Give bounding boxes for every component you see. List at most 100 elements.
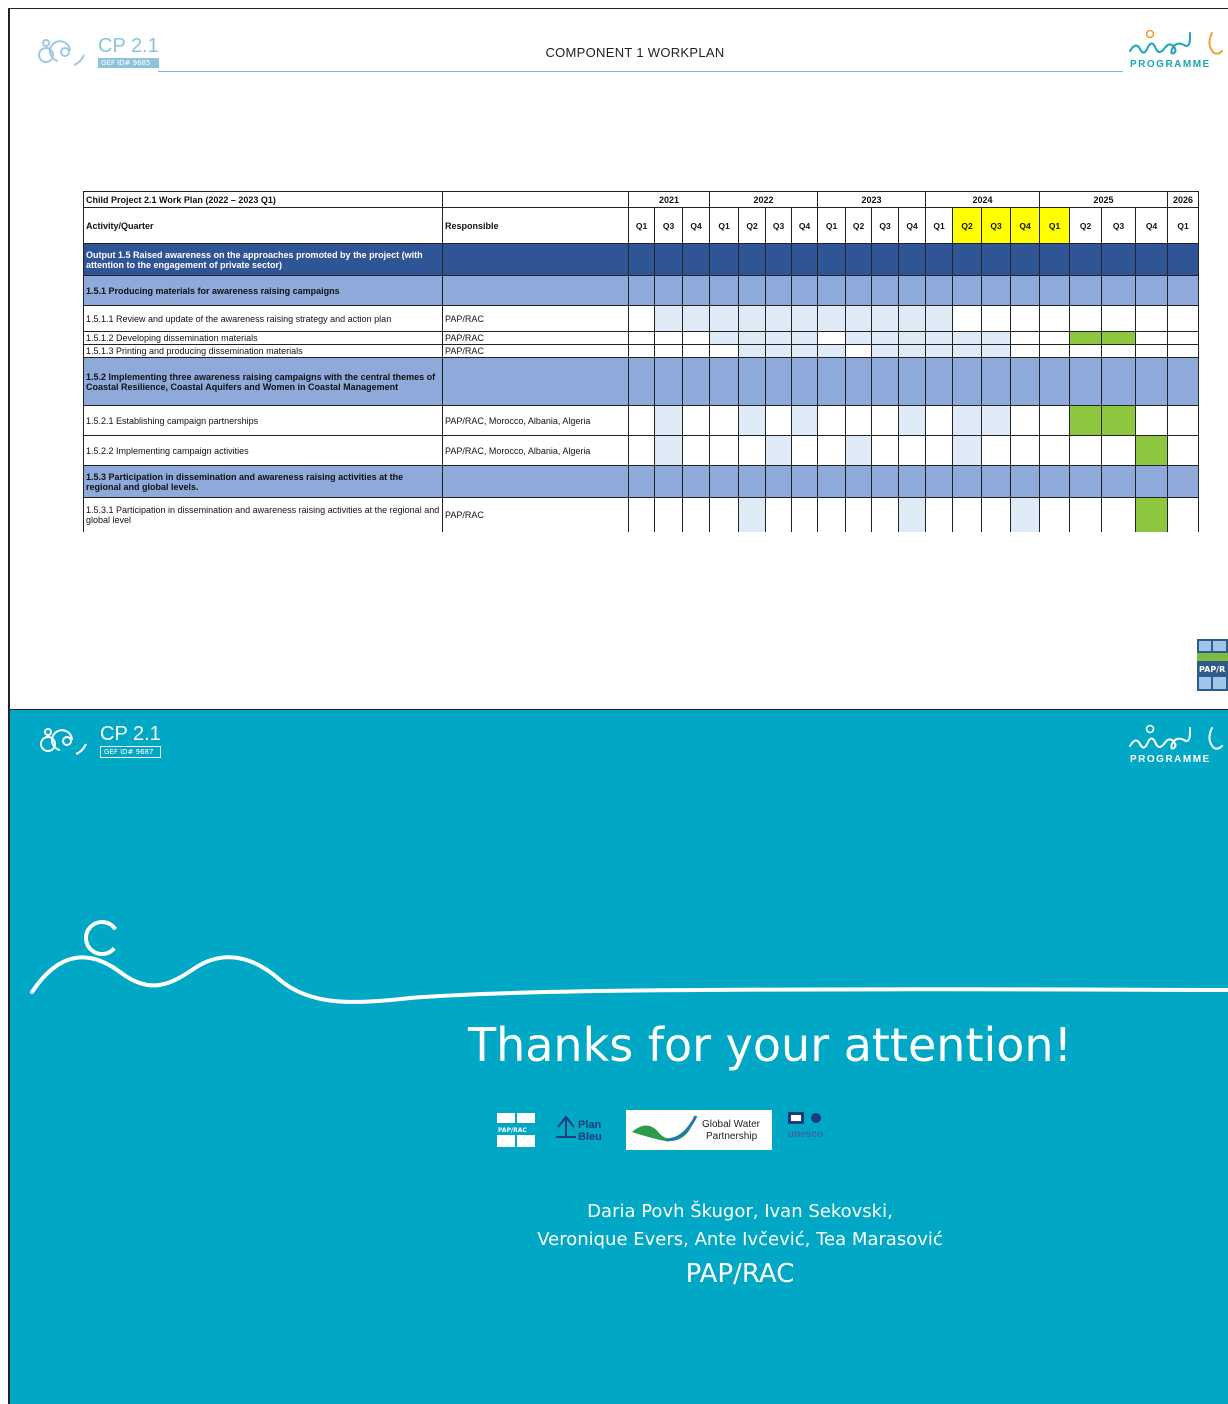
quarter-header: Q1 xyxy=(817,207,846,244)
gantt-cell xyxy=(709,344,739,358)
section-row: 1.5.3 Participation in dissemination and… xyxy=(83,465,1199,498)
gantt-cell xyxy=(709,435,739,466)
gantt-cell xyxy=(1039,305,1070,332)
gantt-cell xyxy=(981,435,1011,466)
gantt-cell xyxy=(1167,344,1199,358)
programme-word: PROGRAMME xyxy=(1130,59,1211,70)
gantt-cell xyxy=(1167,357,1199,406)
gantt-cell xyxy=(738,275,766,306)
gantt-cell-shaded xyxy=(981,331,1011,345)
gantt-cell xyxy=(765,497,792,532)
gantt-cell xyxy=(1039,275,1070,306)
gantt-cell-shaded xyxy=(654,305,683,332)
gantt-cell xyxy=(817,243,846,276)
gantt-cell xyxy=(1039,344,1070,358)
row-responsible: PAP/RAC xyxy=(442,331,629,345)
gantt-cell-shaded xyxy=(738,344,766,358)
authors-line-2: Veronique Evers, Ante Ivčević, Tea Maras… xyxy=(537,1229,943,1250)
activity-row: 1.5.2.1 Establishing campaign partnershi… xyxy=(83,405,1199,436)
gantt-cell xyxy=(952,497,982,532)
gantt-cell xyxy=(871,465,899,498)
gantt-cell-shaded xyxy=(845,331,872,345)
row-responsible xyxy=(442,357,629,406)
caption-blank xyxy=(442,191,629,208)
row-responsible: PAP/RAC xyxy=(442,305,629,332)
gantt-cell-shaded xyxy=(981,405,1011,436)
gantt-cell xyxy=(709,405,739,436)
gwp-line1: Global Water xyxy=(702,1119,761,1130)
gantt-cell xyxy=(898,357,926,406)
quarter-header: Q2 xyxy=(845,207,872,244)
gantt-cell xyxy=(1135,275,1168,306)
row-label: 1.5.2.1 Establishing campaign partnershi… xyxy=(83,405,443,436)
gantt-cell-scheduled xyxy=(1135,497,1168,532)
row-label: Output 1.5 Raised awareness on the appro… xyxy=(83,243,443,276)
gantt-cell xyxy=(925,243,953,276)
year-2026: 2026 xyxy=(1167,191,1199,208)
plan-bleu-line1: Plan xyxy=(578,1119,602,1131)
gantt-cell xyxy=(981,357,1011,406)
activity-row: 1.5.3.1 Participation in dissemination a… xyxy=(83,497,1199,532)
gantt-cell xyxy=(1069,497,1102,532)
gantt-cell xyxy=(952,275,982,306)
gantt-cell-shaded xyxy=(925,305,953,332)
gantt-cell xyxy=(925,465,953,498)
quarter-header: Q4 xyxy=(1010,207,1040,244)
gantt-cell xyxy=(1167,435,1199,466)
gantt-cell xyxy=(845,357,872,406)
gantt-cell xyxy=(1069,344,1102,358)
gantt-cell xyxy=(1101,275,1136,306)
gantt-cell-shaded xyxy=(952,435,982,466)
plan-bleu-logo-icon: Plan Bleu xyxy=(556,1115,602,1143)
workplan-slide: CP 2.1 GEF ID# 9685 COMPONENT 1 WORKPLAN… xyxy=(10,9,1228,709)
gantt-cell xyxy=(628,243,655,276)
year-2021: 2021 xyxy=(628,191,710,208)
gantt-cell-shaded xyxy=(738,305,766,332)
quarter-header: Q2 xyxy=(738,207,766,244)
quarter-header: Q3 xyxy=(654,207,683,244)
quarter-header: Q2 xyxy=(952,207,982,244)
gantt-cell xyxy=(1101,357,1136,406)
gantt-cell-shaded xyxy=(898,344,926,358)
gantt-cell xyxy=(817,465,846,498)
gantt-cell xyxy=(925,497,953,532)
plan-bleu-logo: Plan Bleu xyxy=(550,1113,612,1147)
gantt-cell-shaded xyxy=(898,331,926,345)
gantt-cell xyxy=(952,243,982,276)
gantt-cell-shaded xyxy=(791,405,818,436)
cp-title: CP 2.1 xyxy=(100,723,161,745)
gantt-cell xyxy=(682,357,710,406)
gantt-cell xyxy=(628,275,655,306)
med-programme-logo: PROGRAMME xyxy=(1122,29,1228,73)
gantt-cell xyxy=(1010,357,1040,406)
gantt-cell xyxy=(738,465,766,498)
gantt-cell xyxy=(1167,465,1199,498)
gantt-cell-scheduled xyxy=(1069,405,1102,436)
gantt-cell xyxy=(791,465,818,498)
gantt-cell xyxy=(845,344,872,358)
gantt-cell xyxy=(925,357,953,406)
gantt-cell xyxy=(981,497,1011,532)
gwp-logo-icon: Global Water Partnership xyxy=(626,1110,772,1150)
unesco-logo: unesco xyxy=(786,1110,836,1150)
gantt-cell xyxy=(952,305,982,332)
gantt-cell-shaded xyxy=(898,497,926,532)
year-2023: 2023 xyxy=(817,191,926,208)
gantt-cell xyxy=(738,243,766,276)
gantt-cell xyxy=(682,435,710,466)
gantt-cell xyxy=(952,357,982,406)
paprac-corner-text: PAP/R xyxy=(1199,665,1225,674)
gantt-cell xyxy=(925,435,953,466)
gantt-cell xyxy=(845,465,872,498)
quarter-header: Q3 xyxy=(1101,207,1136,244)
gantt-cell xyxy=(817,405,846,436)
row-responsible xyxy=(442,243,629,276)
paprac-logo: PAP/RAC xyxy=(496,1112,536,1148)
gantt-cell xyxy=(1039,405,1070,436)
cp21-logo: CP 2.1 GEF ID# 9685 xyxy=(36,35,159,69)
partner-logos: PAP/RAC Plan Bleu Global Water Partnersh… xyxy=(496,1110,836,1150)
gantt-cell xyxy=(791,497,818,532)
spiral-logo-icon xyxy=(38,39,85,66)
unesco-text: unesco xyxy=(788,1129,823,1140)
gantt-cell xyxy=(628,331,655,345)
